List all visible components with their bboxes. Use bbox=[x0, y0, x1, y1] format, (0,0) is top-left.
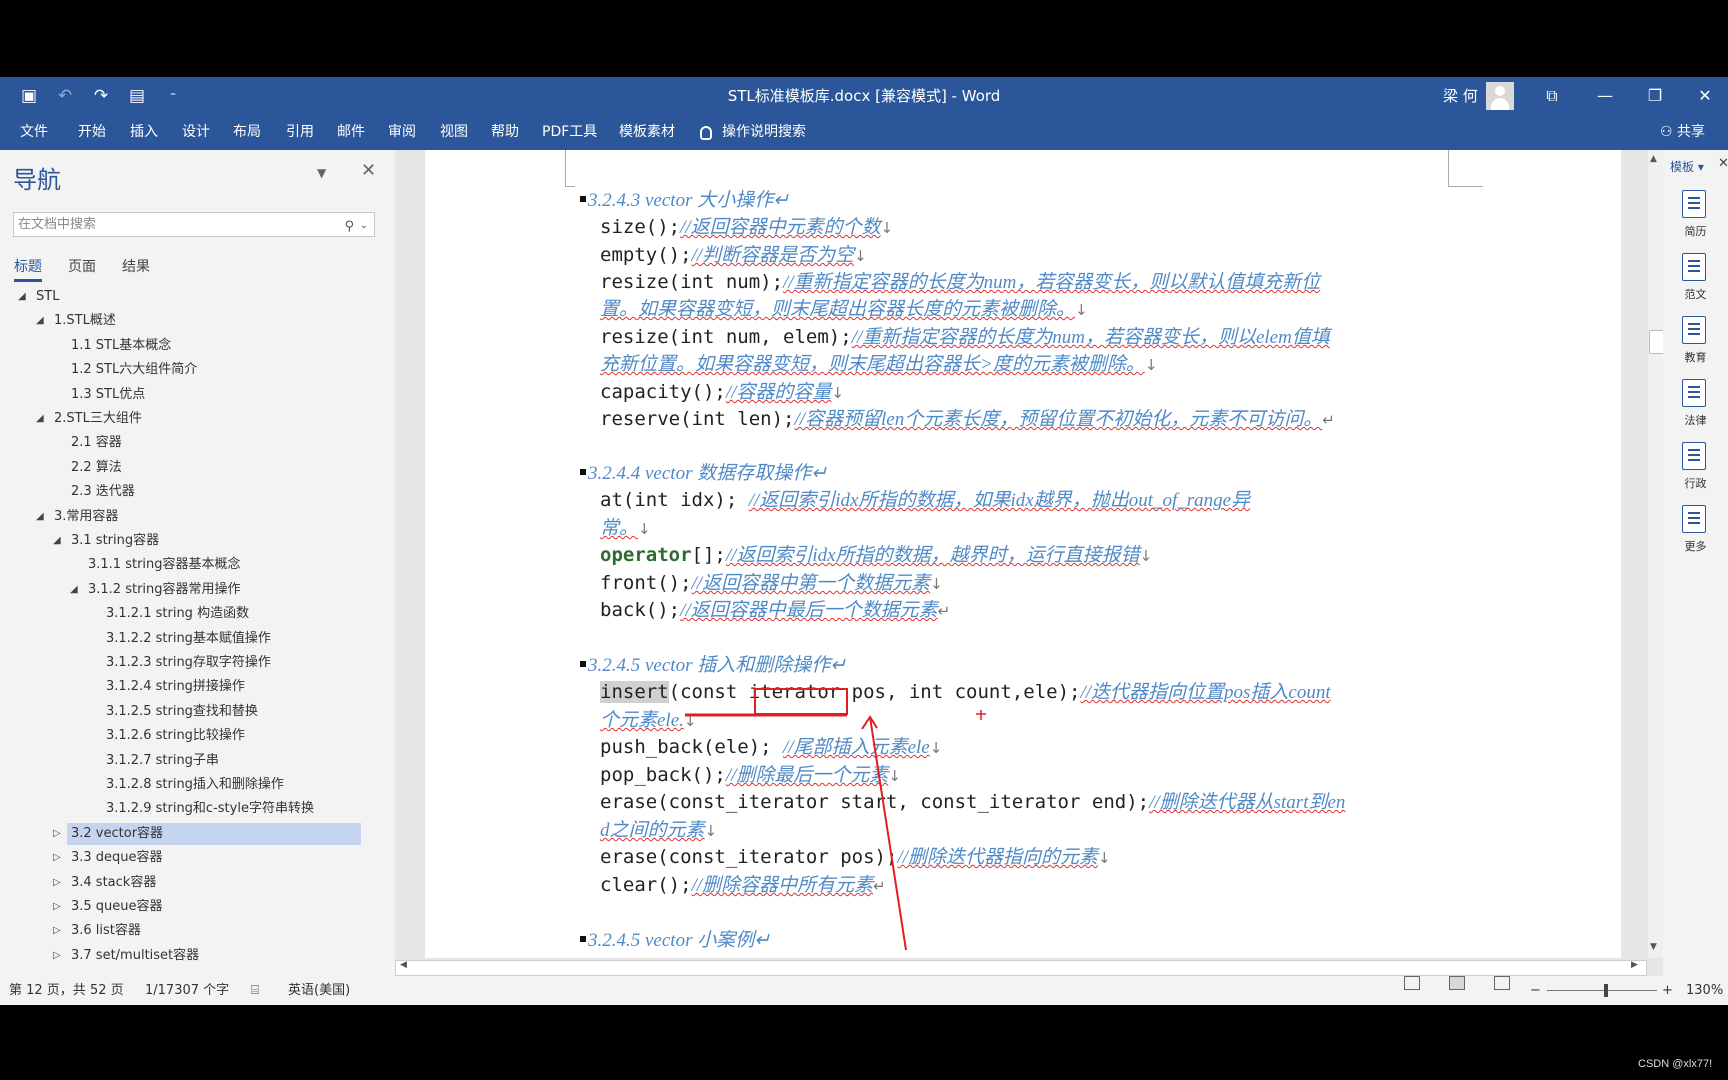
zoom-slider-thumb[interactable] bbox=[1604, 984, 1608, 997]
sample-doc-label: 范文 bbox=[1684, 288, 1707, 301]
scroll-left-icon[interactable]: ◀ bbox=[400, 960, 407, 970]
page-count[interactable]: 第 12 页，共 52 页 bbox=[9, 976, 124, 1005]
vscroll-track[interactable] bbox=[1648, 150, 1663, 958]
scroll-down-icon[interactable]: ▼ bbox=[1650, 942, 1657, 952]
template-pane-label: 模板 bbox=[1670, 160, 1695, 174]
status-bar: 第 12 页，共 52 页 1/17307 个字 ⌸ 英语(美国) − + 13… bbox=[0, 976, 1728, 1005]
law-label: 法律 bbox=[1684, 414, 1707, 427]
resume-label: 简历 bbox=[1684, 225, 1707, 238]
admin-icon[interactable] bbox=[1682, 442, 1706, 470]
proofing-icon[interactable]: ⌸ bbox=[251, 976, 259, 1005]
red-arrow-annotation bbox=[869, 716, 907, 951]
template-pane-close-icon[interactable]: ✕ bbox=[1718, 156, 1728, 171]
scroll-right-icon[interactable]: ▶ bbox=[1631, 960, 1638, 970]
read-mode-icon[interactable] bbox=[1404, 976, 1420, 990]
red-arrowhead bbox=[861, 715, 878, 730]
hscroll-track[interactable] bbox=[395, 960, 1647, 976]
word-window: ▣ ↶ ↷ ▤ ⁼ STL标准模板库.docx [兼容模式] - Word 梁 … bbox=[0, 77, 1728, 1005]
resume-icon[interactable] bbox=[1682, 190, 1706, 218]
web-layout-icon[interactable] bbox=[1494, 976, 1510, 990]
sample-doc-icon[interactable] bbox=[1682, 253, 1706, 281]
language[interactable]: 英语(美国) bbox=[288, 976, 350, 1005]
print-layout-icon[interactable] bbox=[1449, 976, 1465, 990]
vscroll-thumb[interactable] bbox=[1649, 330, 1664, 354]
watermark: CSDN @xlx77! bbox=[1638, 1058, 1713, 1070]
zoom-level[interactable]: 130% bbox=[1686, 976, 1723, 1005]
template-pane-title[interactable]: 模板 ▾ bbox=[1670, 158, 1704, 175]
word-count[interactable]: 1/17307 个字 bbox=[145, 976, 229, 1005]
horizontal-scrollbar[interactable]: ◀ ▶ bbox=[395, 958, 1663, 976]
law-icon[interactable] bbox=[1682, 379, 1706, 407]
zoom-out-icon[interactable]: − bbox=[1530, 976, 1541, 1005]
more-templates-label: 更多 bbox=[1684, 540, 1707, 553]
more-templates-icon[interactable] bbox=[1682, 505, 1706, 533]
admin-label: 行政 bbox=[1684, 477, 1707, 490]
education-icon[interactable] bbox=[1682, 316, 1706, 344]
scroll-up-icon[interactable]: ▲ bbox=[1650, 154, 1657, 164]
education-label: 教育 bbox=[1684, 351, 1707, 364]
vertical-scrollbar[interactable]: ▲ ▼ bbox=[1621, 150, 1664, 958]
annotation-overlay bbox=[685, 688, 986, 951]
zoom-slider[interactable] bbox=[1547, 990, 1657, 991]
red-box-annotation bbox=[754, 688, 848, 715]
template-pane: 模板 ▾ ✕ 简历 范文 教育 法律 行政 更多 bbox=[1663, 150, 1728, 976]
zoom-in-icon[interactable]: + bbox=[1662, 976, 1673, 1005]
